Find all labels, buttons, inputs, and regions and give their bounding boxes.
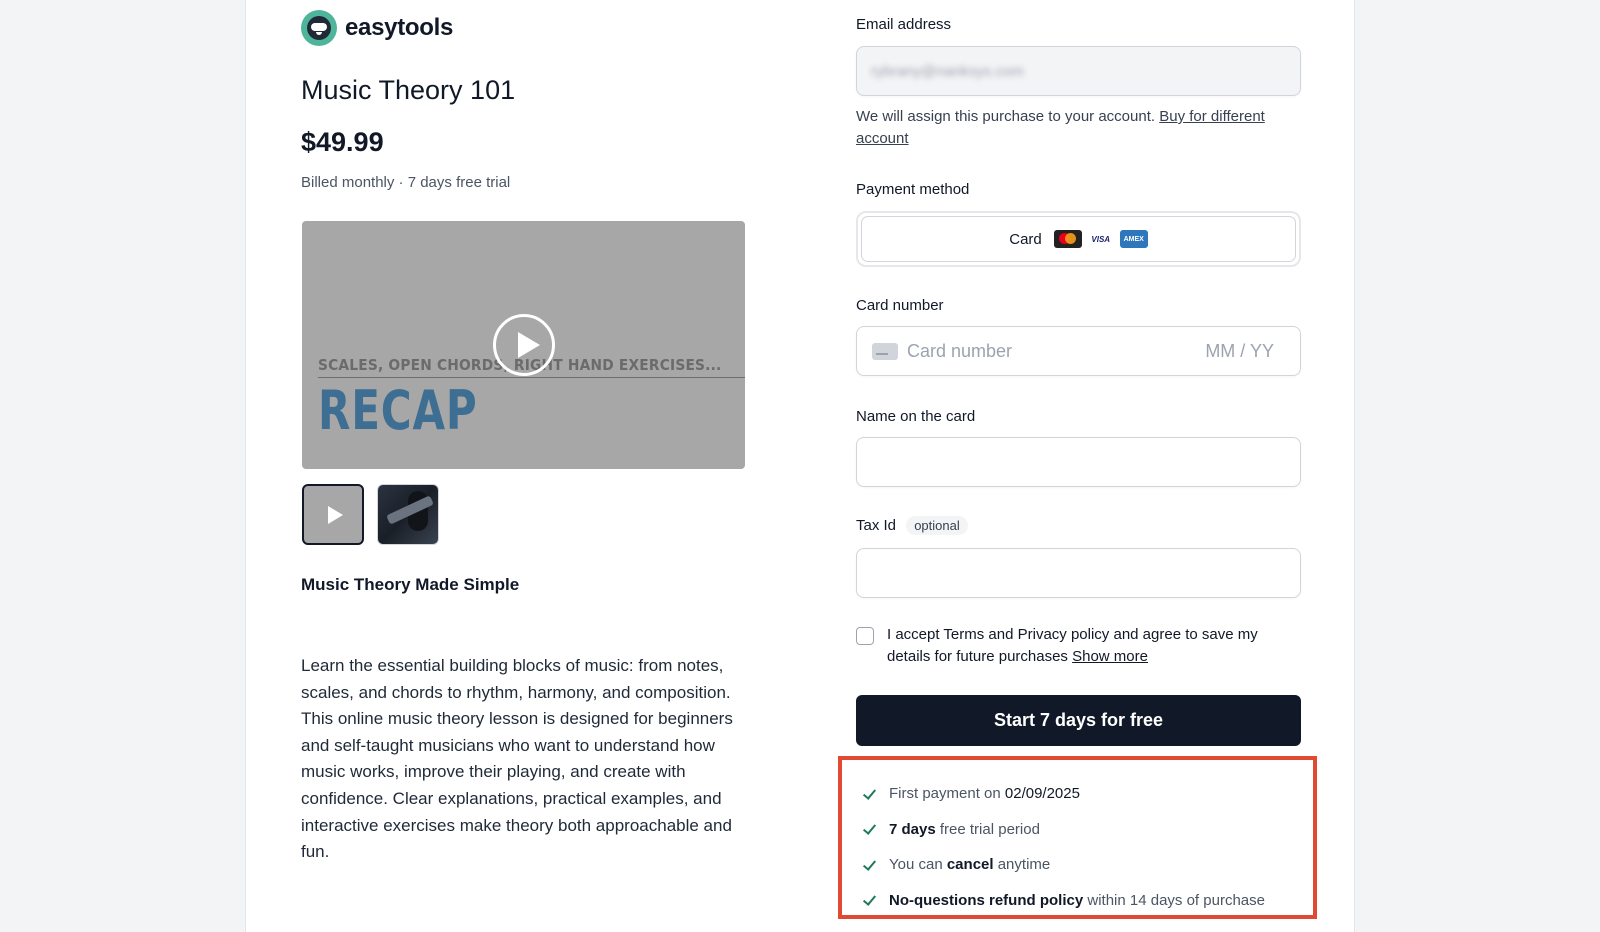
name-on-card-input[interactable] xyxy=(856,437,1301,487)
check-icon xyxy=(862,892,878,908)
benefit-strong: cancel xyxy=(946,856,994,874)
assign-note: We will assign this purchase to your acc… xyxy=(856,106,1276,150)
payment-option-label: Card xyxy=(1009,230,1042,248)
benefit-text: anytime xyxy=(997,856,1051,874)
benefit-item: First payment on 02/09/2025 xyxy=(862,776,1313,812)
brand[interactable]: easytools xyxy=(301,10,453,46)
tax-id-label: Tax Id optional xyxy=(856,516,968,535)
payment-method-selector[interactable]: Card VISA AMEX xyxy=(856,211,1301,267)
sloth-logo-icon xyxy=(301,10,337,46)
billing-info: Billed monthly · 7 days free trial xyxy=(301,174,511,191)
tax-id-label-text: Tax Id xyxy=(856,517,897,534)
visa-icon: VISA xyxy=(1091,234,1111,244)
video-overlay-title: RECAP xyxy=(318,379,478,442)
card-number-label: Card number xyxy=(856,297,944,314)
brand-name: easytools xyxy=(345,14,454,41)
benefit-text: free trial period xyxy=(939,820,1040,838)
benefit-item: No-questions refund policy within 14 day… xyxy=(862,883,1313,919)
card-number-input[interactable]: Card number MM / YY xyxy=(856,326,1301,376)
benefit-strong: 7 days xyxy=(889,820,936,838)
thumbnail-video[interactable] xyxy=(302,484,364,545)
tax-id-input[interactable] xyxy=(856,548,1301,598)
expiry-placeholder[interactable]: MM / YY xyxy=(1205,341,1274,362)
video-divider xyxy=(318,377,745,378)
amex-icon: AMEX xyxy=(1119,230,1148,248)
thumbnail-guitar-image[interactable] xyxy=(377,484,439,545)
benefit-text: You can xyxy=(889,856,943,874)
product-price: $49.99 xyxy=(301,127,384,157)
check-icon xyxy=(862,821,878,837)
benefits-list: First payment on 02/09/2025 7 days free … xyxy=(838,756,1317,919)
benefit-item: 7 days free trial period xyxy=(862,812,1313,848)
terms-text: I accept Terms and Privacy policy and ag… xyxy=(887,624,1297,668)
terms-checkbox[interactable] xyxy=(856,627,874,645)
name-on-card-label: Name on the card xyxy=(856,408,976,425)
assign-text: We will assign this purchase to your acc… xyxy=(856,108,1156,125)
benefit-item: You can cancel anytime xyxy=(862,847,1313,883)
payment-option-card[interactable]: Card VISA AMEX xyxy=(861,216,1296,262)
checkout-page: easytools Music Theory 101 $49.99 Billed… xyxy=(245,0,1355,932)
email-label: Email address xyxy=(856,16,952,33)
benefit-date: 02/09/2025 xyxy=(1004,785,1080,803)
optional-badge: optional xyxy=(906,516,968,535)
product-title: Music Theory 101 xyxy=(301,75,516,105)
email-value: rybrany@nanksys.com xyxy=(871,63,1024,80)
product-video[interactable]: SCALES, OPEN CHORDS, RIGHT HAND EXERCISE… xyxy=(302,221,745,469)
card-number-placeholder: Card number xyxy=(907,341,1013,361)
show-more-link[interactable]: Show more xyxy=(1072,648,1148,665)
check-icon xyxy=(862,857,878,873)
benefit-text: within 14 days of purchase xyxy=(1087,891,1265,909)
mastercard-icon xyxy=(1053,230,1082,248)
play-icon[interactable] xyxy=(493,314,555,376)
product-description: Learn the essential building blocks of m… xyxy=(301,656,733,862)
credit-card-icon xyxy=(872,343,898,360)
email-field[interactable]: rybrany@nanksys.com xyxy=(856,46,1301,96)
start-trial-button[interactable]: Start 7 days for free xyxy=(856,695,1301,746)
check-icon xyxy=(862,786,878,802)
benefit-strong: No-questions refund policy xyxy=(889,891,1084,909)
benefit-text: First payment on xyxy=(889,785,1001,803)
product-subtitle: Music Theory Made Simple xyxy=(301,575,520,594)
payment-method-label: Payment method xyxy=(856,181,970,198)
